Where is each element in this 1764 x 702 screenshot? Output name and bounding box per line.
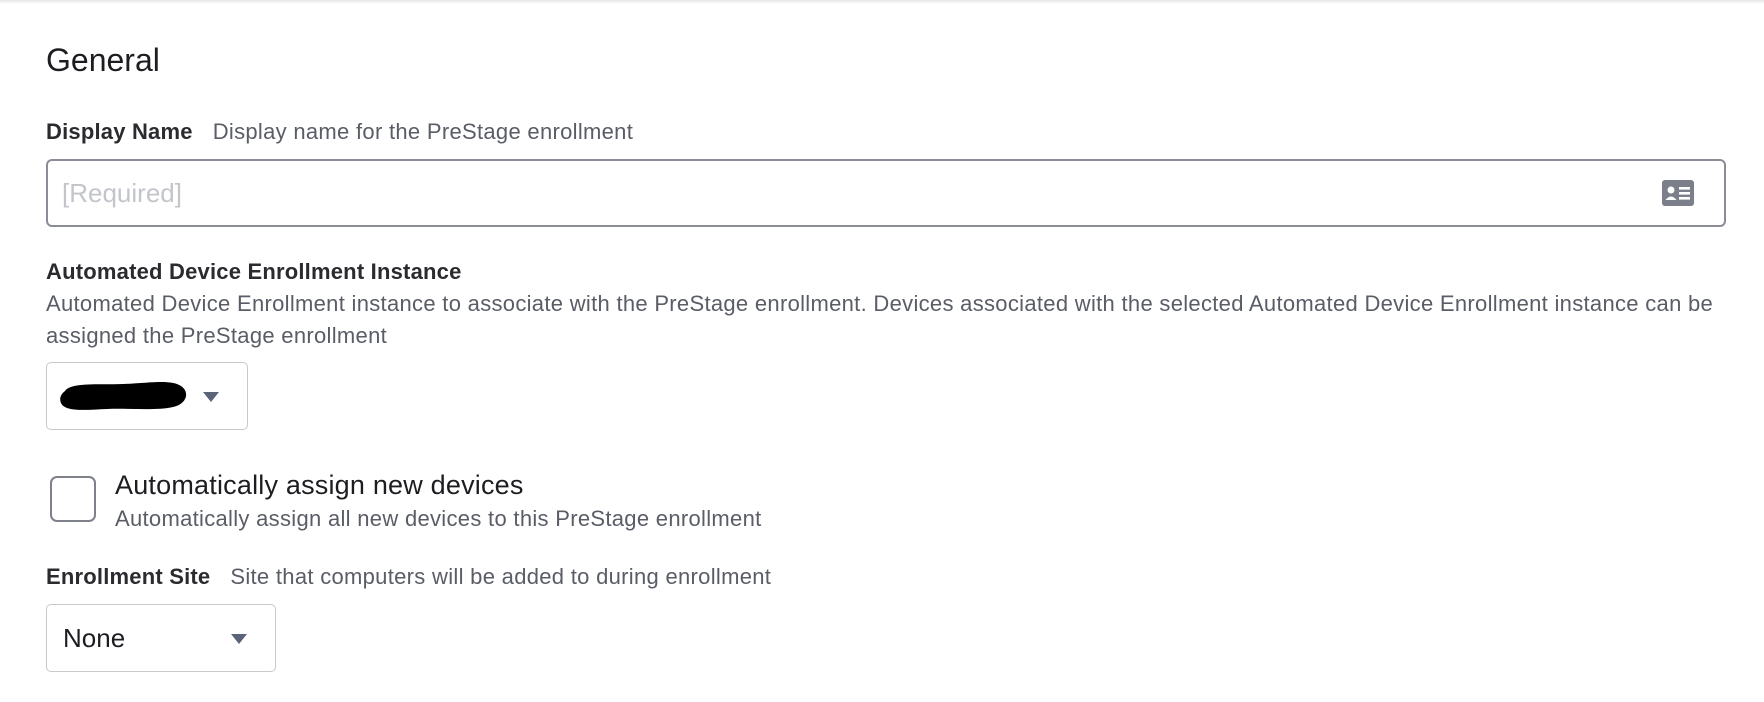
- chevron-down-icon: [231, 634, 247, 644]
- enrollment-site-help: Site that computers will be added to dur…: [230, 564, 772, 589]
- display-name-help: Display name for the PreStage enrollment: [212, 119, 634, 144]
- top-divider-shadow: [0, 0, 1764, 4]
- display-name-label-row: Display Name Display name for the PreStag…: [46, 118, 633, 146]
- enrollment-site-label: Enrollment Site: [46, 564, 211, 589]
- auto-assign-description: Automatically assign all new devices to …: [115, 506, 762, 531]
- enrollment-site-label-row: Enrollment Site Site that computers will …: [46, 563, 771, 591]
- ade-instance-select[interactable]: [46, 362, 248, 430]
- auto-assign-label: Automatically assign new devices: [115, 470, 524, 500]
- ade-instance-label: Automated Device Enrollment Instance: [46, 259, 462, 284]
- redacted-value: [60, 381, 187, 410]
- auto-assign-checkbox[interactable]: [50, 476, 96, 522]
- enrollment-site-value: None: [63, 623, 126, 653]
- contact-card-icon: [1662, 180, 1694, 206]
- display-name-label: Display Name: [46, 119, 193, 144]
- ade-instance-description: Automated Device Enrollment instance to …: [46, 291, 1714, 348]
- section-title: General: [46, 42, 160, 78]
- display-name-input[interactable]: [46, 159, 1726, 227]
- enrollment-site-select[interactable]: None: [46, 604, 276, 672]
- chevron-down-icon: [203, 392, 219, 402]
